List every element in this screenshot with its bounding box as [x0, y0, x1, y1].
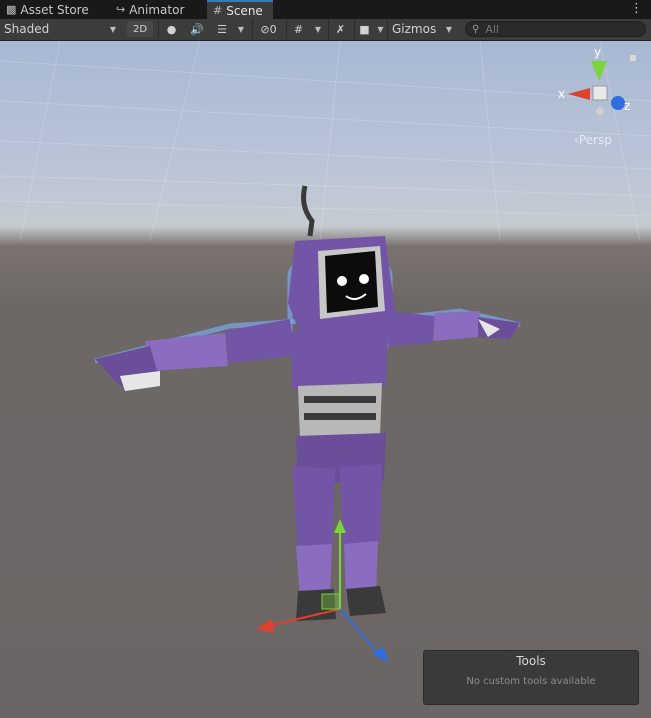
tab-bar: ▩ Asset Store ↪ Animator # Scene ⋮	[0, 0, 651, 20]
camera-dropdown[interactable]: ▼	[374, 19, 387, 39]
kebab-menu-icon[interactable]: ⋮	[630, 1, 643, 16]
tools-toggle[interactable]: ✗	[328, 19, 352, 39]
scene-grid-icon: #	[213, 4, 223, 17]
tools-overlay[interactable]: Tools No custom tools available	[423, 650, 639, 705]
layers-icon: ☰	[217, 22, 227, 36]
search-input[interactable]	[483, 21, 638, 37]
search-field[interactable]: ⚲	[465, 21, 646, 37]
dropdown-arrow-icon: ▼	[445, 24, 452, 34]
dropdown-arrow-icon: ▼	[377, 24, 384, 34]
projection-toggle[interactable]: ‹Persp	[574, 133, 612, 147]
toggle-2d-button[interactable]: 2D	[127, 21, 153, 37]
tab-label: Animator	[129, 2, 185, 17]
tab-label: Asset Store	[20, 2, 89, 17]
draw-mode-dropdown[interactable]: Shaded ▼	[0, 19, 122, 39]
scene-toolbar: Shaded ▼ 2D ● 🔊 ☰ ▼ ⊘ 0 # ▼ ✗ ■ ▼ Gizmos…	[0, 19, 651, 41]
tab-asset-store[interactable]: ▩ Asset Store	[0, 0, 102, 19]
hidden-count: 0	[269, 22, 277, 36]
tab-label: Scene	[226, 3, 263, 18]
axis-label-z: z	[624, 99, 631, 113]
grid-toggle[interactable]: #	[286, 19, 310, 39]
scene-visibility-toggle[interactable]: ⊘ 0	[252, 19, 284, 39]
crossed-tools-icon: ✗	[335, 22, 346, 36]
camera-icon: ■	[359, 22, 370, 36]
robot-character[interactable]	[94, 185, 521, 621]
axis-label-x: x	[558, 87, 566, 101]
effects-dropdown[interactable]: ▼	[234, 19, 248, 39]
lightbulb-icon: ●	[166, 22, 177, 36]
grid-dropdown[interactable]: ▼	[310, 19, 326, 39]
search-icon: ⚲	[472, 23, 480, 35]
shopping-bag-icon: ▩	[6, 3, 17, 16]
speaker-icon: 🔊	[190, 22, 204, 36]
scene-render	[0, 41, 651, 663]
tools-overlay-message: No custom tools available	[466, 676, 596, 687]
tools-overlay-title: Tools	[516, 654, 546, 668]
grid-icon: #	[293, 22, 304, 36]
projection-label: Persp	[578, 133, 612, 147]
draw-mode-label: Shaded	[4, 22, 50, 36]
lighting-toggle[interactable]: ●	[158, 19, 184, 39]
dropdown-arrow-icon: ▼	[314, 24, 322, 34]
camera-button[interactable]: ■	[354, 19, 374, 39]
axis-label-y: y	[594, 45, 602, 59]
dropdown-arrow-icon: ▼	[109, 24, 116, 34]
gizmos-dropdown[interactable]: Gizmos ▼	[387, 19, 457, 39]
hidden-eye-icon: ⊘	[260, 22, 270, 36]
audio-toggle[interactable]: 🔊	[184, 19, 210, 39]
scene-viewport[interactable]: y x z ‹Persp	[0, 41, 651, 718]
unity-scene-window: ▩ Asset Store ↪ Animator # Scene ⋮ Shade…	[0, 0, 651, 718]
sky-grid	[0, 41, 651, 242]
dropdown-arrow-icon: ▼	[237, 24, 245, 34]
tab-animator[interactable]: ↪ Animator	[110, 0, 206, 19]
animator-icon: ↪	[116, 3, 126, 16]
effects-toggle[interactable]: ☰	[210, 19, 234, 39]
gizmos-label: Gizmos	[392, 22, 437, 36]
tab-scene[interactable]: # Scene	[207, 0, 273, 19]
